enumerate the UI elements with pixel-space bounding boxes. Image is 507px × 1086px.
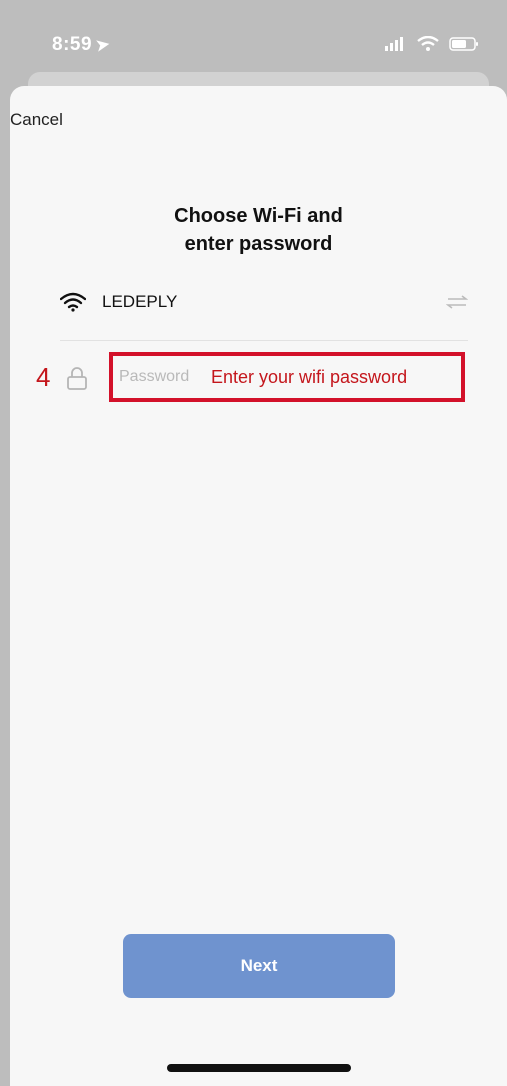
wifi-status-icon [417,36,439,51]
status-time: 8:59 ➤ [52,34,112,56]
lock-icon [67,367,87,390]
wifi-network-row[interactable]: LEDEPLY [60,282,468,322]
location-arrow-icon: ➤ [94,35,112,56]
switch-network-icon[interactable] [446,295,468,309]
page-title: Choose Wi-Fi and enter password [10,202,507,258]
next-button[interactable]: Next [123,934,395,998]
status-icons [385,36,479,52]
password-highlight-box: Enter your wifi password [109,352,465,402]
wifi-setup-sheet: Cancel Choose Wi-Fi and enter password L… [10,86,507,1086]
wifi-icon [60,292,86,312]
time-text: 8:59 [52,34,93,55]
home-indicator [167,1064,351,1072]
title-line-1: Choose Wi-Fi and [174,205,343,227]
wifi-network-name: LEDEPLY [102,292,178,311]
cellular-signal-icon [385,37,403,51]
cancel-button[interactable]: Cancel [10,110,63,130]
password-annotation: Enter your wifi password [211,366,408,387]
battery-icon [449,37,478,51]
password-input[interactable] [119,368,211,386]
step-number-annotation: 4 [36,362,51,392]
title-line-2: enter password [184,233,333,255]
divider [60,340,468,341]
